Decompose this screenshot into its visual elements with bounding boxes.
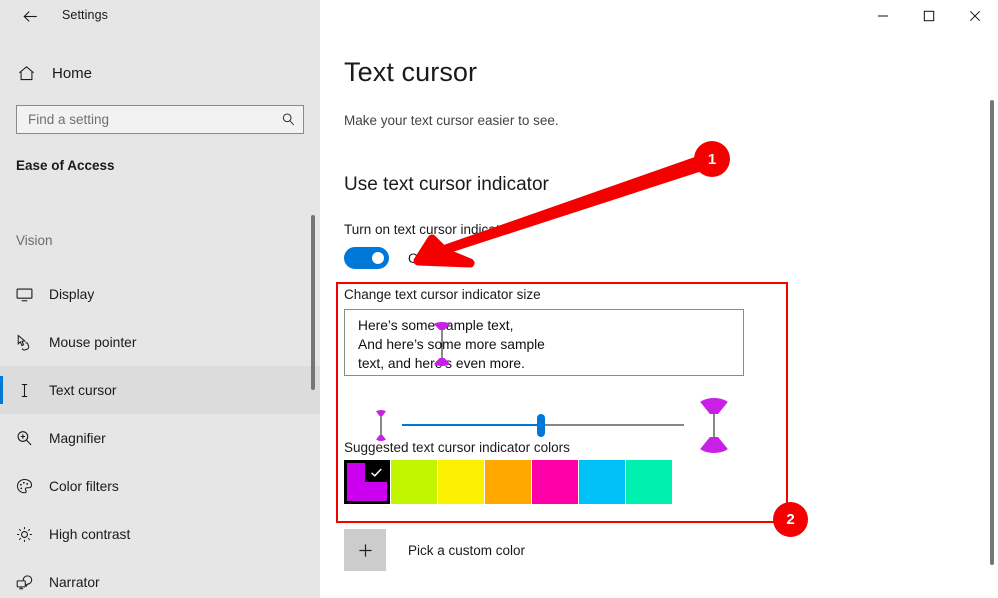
palette-icon (0, 477, 48, 496)
maximize-button[interactable] (906, 0, 952, 32)
color-swatch-yellow[interactable] (438, 460, 484, 504)
minimize-button[interactable] (860, 0, 906, 32)
brightness-icon (0, 525, 48, 544)
sidebar-home-label: Home (52, 64, 93, 82)
check-icon (365, 463, 387, 482)
sidebar-item-label: Magnifier (49, 430, 106, 446)
close-button[interactable] (952, 0, 998, 32)
annotation-badge-1: 1 (694, 141, 730, 177)
magnifier-icon (0, 429, 48, 448)
cursor-size-slider-thumb[interactable] (537, 414, 545, 437)
title-bar: Settings (0, 0, 998, 32)
search-box[interactable] (16, 105, 304, 134)
suggested-colors-label: Suggested text cursor indicator colors (344, 440, 570, 455)
toggle-description-label: Turn on text cursor indicator (344, 222, 512, 237)
plus-icon[interactable] (344, 529, 386, 571)
color-swatch-pink[interactable] (532, 460, 578, 504)
sidebar-item-high-contrast[interactable]: High contrast (0, 510, 320, 558)
cursor-cap-top (697, 398, 731, 414)
page-title: Text cursor (344, 57, 478, 87)
narrator-icon (0, 573, 48, 592)
sidebar-item-color-filters[interactable]: Color filters (0, 462, 320, 510)
sidebar-group-label: Vision (16, 233, 53, 248)
monitor-icon (0, 285, 48, 304)
sidebar-scrollbar-thumb[interactable] (311, 215, 315, 390)
sidebar-category-title: Ease of Access (16, 158, 115, 173)
sidebar-item-magnifier[interactable]: Magnifier (0, 414, 320, 462)
search-input[interactable] (17, 106, 273, 133)
sidebar-item-label: Narrator (49, 574, 100, 590)
sidebar-item-label: Display (49, 286, 95, 302)
color-swatch-orange[interactable] (485, 460, 531, 504)
main-scrollbar-thumb[interactable] (990, 100, 994, 565)
window-controls (860, 0, 998, 32)
sidebar-item-label: Color filters (49, 478, 119, 494)
sidebar-item-home[interactable]: Home (0, 56, 320, 90)
toggle-state-label: On (408, 250, 427, 266)
size-section-label: Change text cursor indicator size (344, 287, 541, 302)
search-icon[interactable] (273, 112, 303, 127)
sample-text-preview: Here’s some sample text, And here’s some… (344, 309, 744, 376)
sidebar-item-narrator[interactable]: Narrator (0, 558, 320, 598)
cursor-cap-top (375, 410, 387, 416)
window-title: Settings (62, 8, 108, 22)
cursor-size-slider-fill (402, 424, 541, 426)
text-cursor-icon (0, 381, 48, 400)
section-heading-use-indicator: Use text cursor indicator (344, 174, 549, 195)
cursor-stem (380, 412, 382, 438)
pick-custom-color-label: Pick a custom color (408, 542, 526, 558)
pick-custom-color-row[interactable]: Pick a custom color (344, 529, 525, 571)
cursor-cap-bottom (697, 437, 731, 453)
sidebar-item-label: High contrast (49, 526, 131, 542)
text-cursor-indicator-toggle[interactable] (344, 247, 389, 269)
sidebar: Home Ease of Access Vision (0, 0, 320, 598)
suggested-color-swatches (344, 460, 673, 504)
sidebar-item-label: Text cursor (49, 382, 117, 398)
home-icon (4, 64, 48, 83)
mouse-pointer-icon (0, 333, 48, 352)
color-swatch-lime[interactable] (391, 460, 437, 504)
sample-text: Here’s some sample text, And here’s some… (358, 318, 545, 371)
cursor-stem (713, 411, 715, 440)
sidebar-item-mouse-pointer[interactable]: Mouse pointer (0, 318, 320, 366)
sidebar-item-text-cursor[interactable]: Text cursor (0, 366, 320, 414)
color-swatch-cyan[interactable] (579, 460, 625, 504)
back-button[interactable] (8, 0, 53, 32)
toggle-knob (372, 252, 384, 264)
annotation-badge-2: 2 (773, 502, 808, 537)
page-subtitle: Make your text cursor easier to see. (344, 113, 559, 128)
color-swatch-spring-green[interactable] (626, 460, 672, 504)
text-cursor-indicator-toggle-row[interactable]: On (344, 247, 426, 269)
sidebar-item-display[interactable]: Display (0, 270, 320, 318)
sidebar-nav-list: Display Mouse pointer Text cursor Magnif… (0, 270, 320, 598)
color-swatch-magenta[interactable] (344, 460, 390, 504)
cursor-size-max-preview (694, 395, 734, 457)
sidebar-item-label: Mouse pointer (49, 334, 137, 350)
main-content: Text cursor Make your text cursor easier… (320, 32, 998, 598)
cursor-size-min-preview (372, 406, 390, 444)
settings-window: Home Ease of Access Vision (0, 0, 998, 598)
